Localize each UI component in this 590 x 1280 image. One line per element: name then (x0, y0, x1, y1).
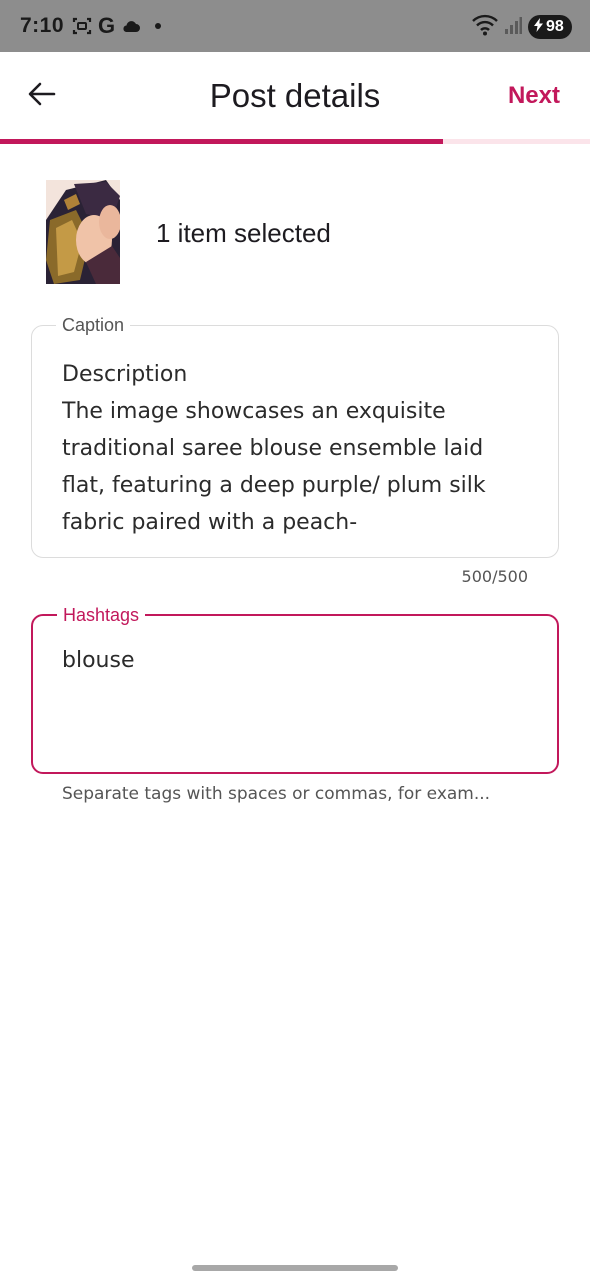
app-bar: Post details Next (0, 52, 590, 140)
google-icon: G (98, 13, 116, 38)
cloud-icon (121, 18, 141, 34)
status-bar: 7:10 G 98 (0, 0, 590, 52)
status-time: 7:10 (20, 14, 65, 37)
hashtags-label: Hashtags (57, 604, 146, 626)
wifi-icon (472, 14, 498, 41)
home-indicator[interactable] (192, 1265, 398, 1271)
battery-indicator: 98 (528, 15, 572, 39)
page-title: Post details (209, 77, 381, 114)
hashtags-input[interactable]: blouse (62, 646, 531, 676)
progress-fill (0, 139, 443, 144)
battery-level: 98 (546, 18, 564, 35)
next-button[interactable]: Next (508, 80, 560, 112)
progress-bar (0, 139, 590, 144)
screenshot-icon (72, 16, 92, 36)
notification-dot-icon (155, 23, 162, 29)
selected-count-text: 1 item selected (156, 218, 331, 248)
caption-label: Caption (56, 314, 131, 336)
status-system-icons: 98 (472, 14, 572, 40)
selected-image-thumbnail[interactable] (46, 180, 120, 284)
hashtags-field[interactable]: Hashtags blouse (31, 604, 559, 774)
caption-input[interactable]: Description The image showcases an exqui… (62, 356, 532, 540)
hashtags-helper-text: Separate tags with spaces or commas, for… (62, 784, 491, 804)
status-notification-icons: G (72, 13, 162, 38)
caption-field[interactable]: Caption Description The image showcases … (31, 314, 559, 558)
caption-character-counter: 500/500 (461, 567, 528, 586)
signal-icon (504, 15, 522, 40)
battery-charging-icon (534, 17, 543, 37)
